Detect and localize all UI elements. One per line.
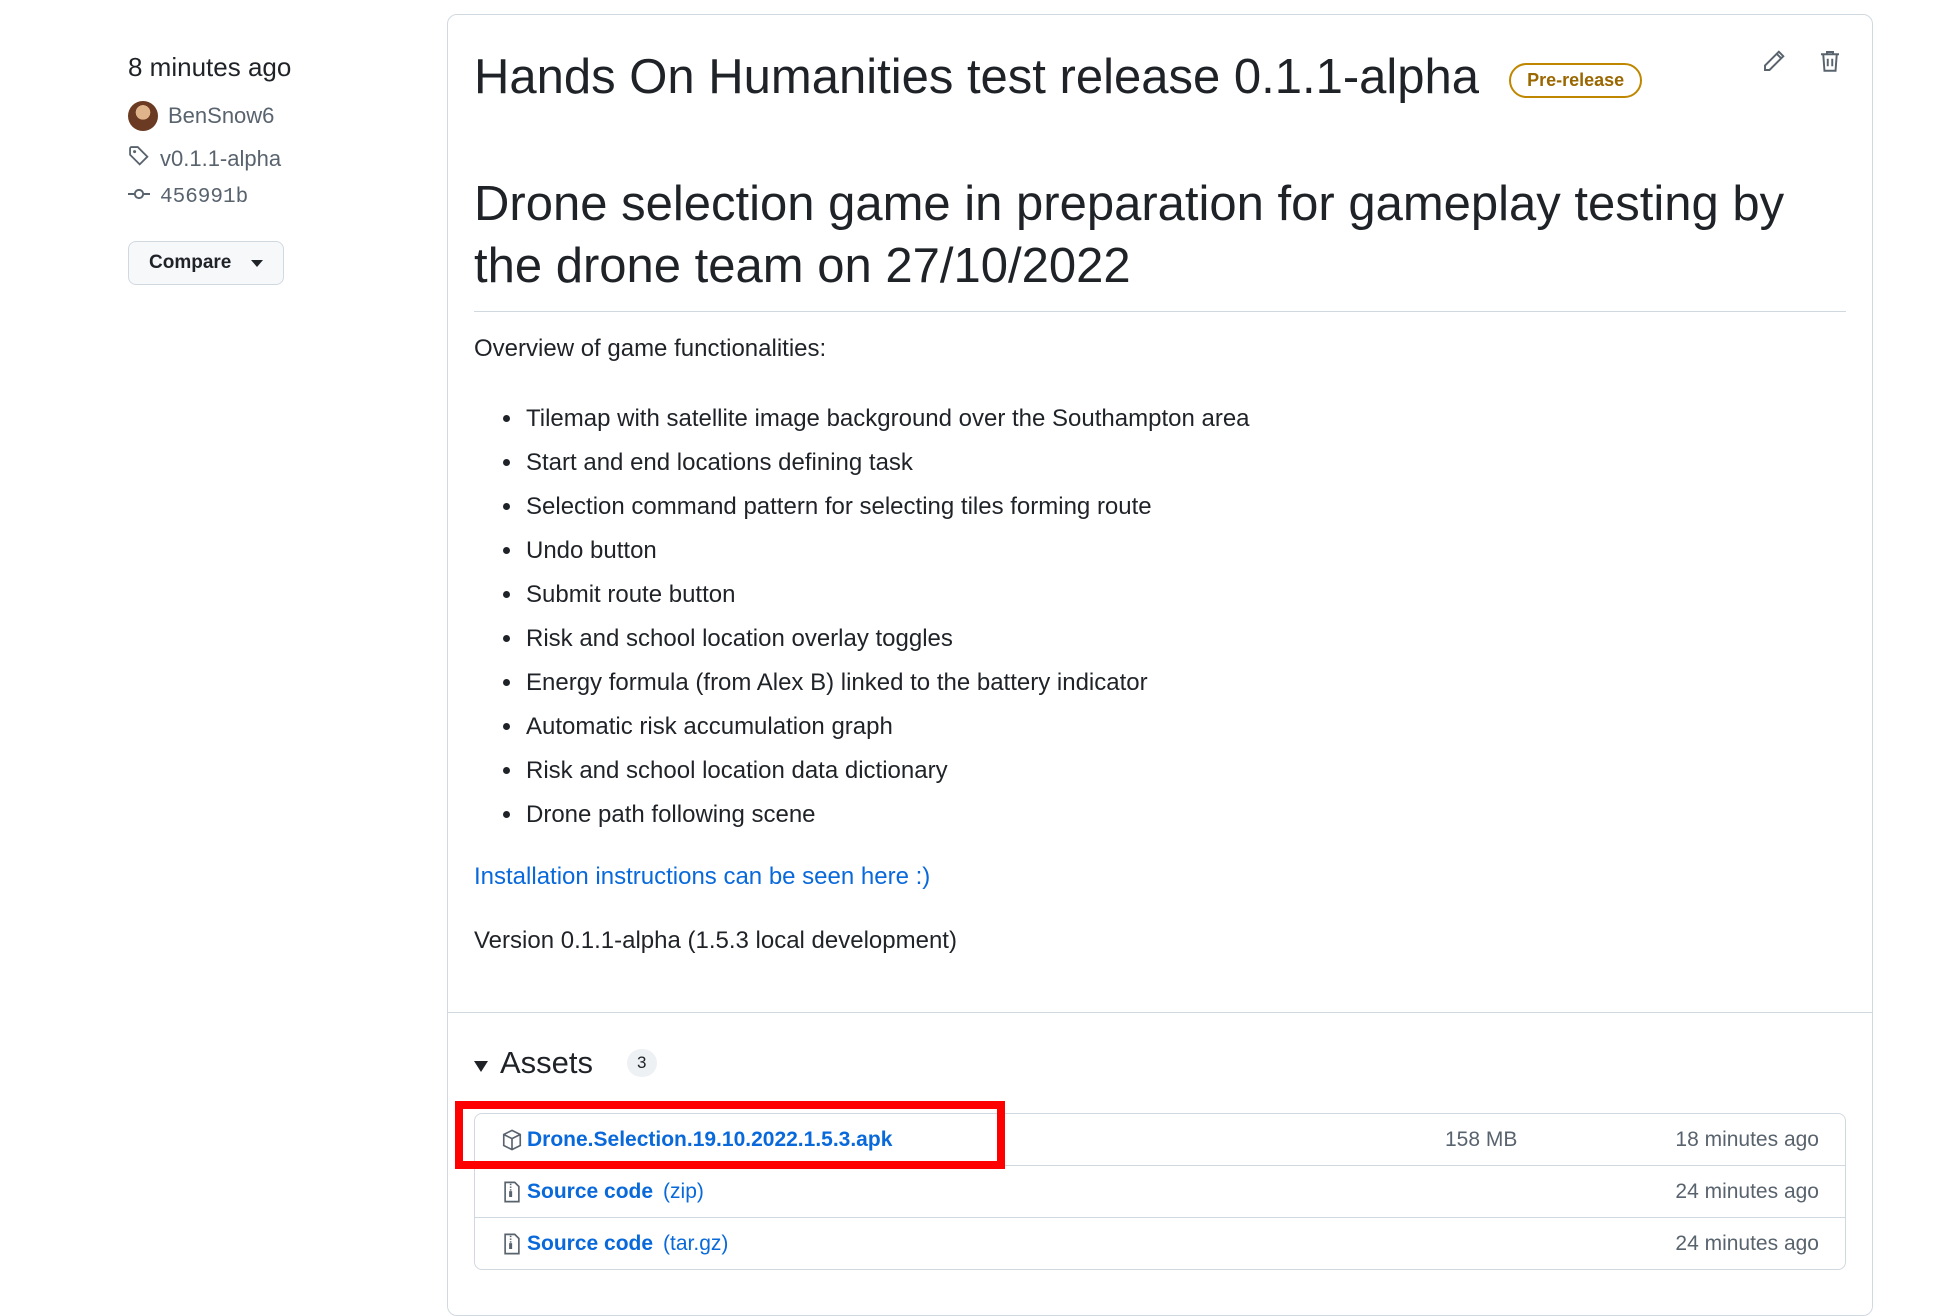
commit-sha[interactable]: 456991b xyxy=(160,186,248,209)
asset-suffix[interactable]: (zip) xyxy=(663,1180,704,1204)
tag-icon xyxy=(128,145,150,173)
package-icon xyxy=(502,1128,522,1151)
author-row[interactable]: BenSnow6 xyxy=(128,101,428,131)
edit-button[interactable] xyxy=(1760,45,1788,77)
published-time: 8 minutes ago xyxy=(128,52,292,82)
asset-row: Source code (tar.gz) 24 minutes ago xyxy=(475,1218,1845,1269)
feature-list: Tilemap with satellite image background … xyxy=(474,397,1250,837)
release-card: Hands On Humanities test release 0.1.1-a… xyxy=(447,14,1873,1316)
asset-time: 24 minutes ago xyxy=(1675,1179,1819,1203)
asset-link[interactable]: Source code (tar.gz) xyxy=(501,1232,728,1256)
list-item: Risk and school location overlay toggles xyxy=(524,617,1250,661)
asset-name[interactable]: Source code xyxy=(527,1232,653,1256)
file-zip-icon xyxy=(504,1233,520,1254)
list-item: Start and end locations defining task xyxy=(524,441,1250,485)
list-item: Tilemap with satellite image background … xyxy=(524,397,1250,441)
list-item: Selection command pattern for selecting … xyxy=(524,485,1250,529)
release-actions xyxy=(1760,45,1844,77)
tag-name[interactable]: v0.1.1-alpha xyxy=(160,146,281,172)
commit-row[interactable]: 456991b xyxy=(128,183,428,211)
list-item: Undo button xyxy=(524,529,1250,573)
asset-suffix[interactable]: (tar.gz) xyxy=(663,1232,728,1256)
assets-title[interactable]: Assets xyxy=(500,1045,593,1081)
list-item: Energy formula (from Alex B) linked to t… xyxy=(524,661,1250,705)
list-item: Automatic risk accumulation graph xyxy=(524,705,1250,749)
assets-toggle[interactable]: Assets 3 xyxy=(474,1045,657,1081)
divider xyxy=(448,1012,1872,1013)
chevron-down-icon xyxy=(251,259,264,267)
compare-label: Compare xyxy=(149,252,232,273)
author-name[interactable]: BenSnow6 xyxy=(168,103,274,129)
trash-icon xyxy=(1821,51,1839,72)
release-heading: Drone selection game in preparation for … xyxy=(474,173,1846,312)
title-row: Hands On Humanities test release 0.1.1-a… xyxy=(474,49,1643,105)
list-item: Submit route button xyxy=(524,573,1250,617)
asset-row: Drone.Selection.19.10.2022.1.5.3.apk 158… xyxy=(475,1114,1845,1166)
asset-time: 18 minutes ago xyxy=(1675,1127,1819,1151)
assets-count-badge: 3 xyxy=(627,1049,657,1077)
asset-link[interactable]: Source code (zip) xyxy=(501,1180,704,1204)
asset-size: 158 MB xyxy=(1445,1127,1518,1151)
asset-name[interactable]: Source code xyxy=(527,1180,653,1204)
triangle-down-icon xyxy=(474,1060,488,1072)
compare-button[interactable]: Compare xyxy=(128,241,285,285)
release-meta: 8 minutes ago BenSnow6 v0.1.1-alpha 4569… xyxy=(128,52,428,285)
pencil-icon xyxy=(1764,50,1785,71)
overview-text: Overview of game functionalities: xyxy=(474,335,827,362)
release-title[interactable]: Hands On Humanities test release 0.1.1-a… xyxy=(474,49,1479,105)
file-zip-icon xyxy=(504,1181,520,1202)
asset-name[interactable]: Drone.Selection.19.10.2022.1.5.3.apk xyxy=(527,1128,892,1152)
list-item: Risk and school location data dictionary xyxy=(524,749,1250,793)
list-item: Drone path following scene xyxy=(524,793,1250,837)
prerelease-badge: Pre-release xyxy=(1509,62,1643,98)
asset-time: 24 minutes ago xyxy=(1675,1231,1819,1255)
assets-list: Drone.Selection.19.10.2022.1.5.3.apk 158… xyxy=(474,1113,1846,1270)
commit-icon xyxy=(128,183,150,211)
asset-row: Source code (zip) 24 minutes ago xyxy=(475,1166,1845,1218)
installation-link[interactable]: Installation instructions can be seen he… xyxy=(474,863,930,891)
asset-link[interactable]: Drone.Selection.19.10.2022.1.5.3.apk xyxy=(501,1128,892,1152)
version-text: Version 0.1.1-alpha (1.5.3 local develop… xyxy=(474,927,957,954)
delete-button[interactable] xyxy=(1816,45,1844,77)
tag-row[interactable]: v0.1.1-alpha xyxy=(128,145,428,173)
avatar[interactable] xyxy=(128,101,158,131)
